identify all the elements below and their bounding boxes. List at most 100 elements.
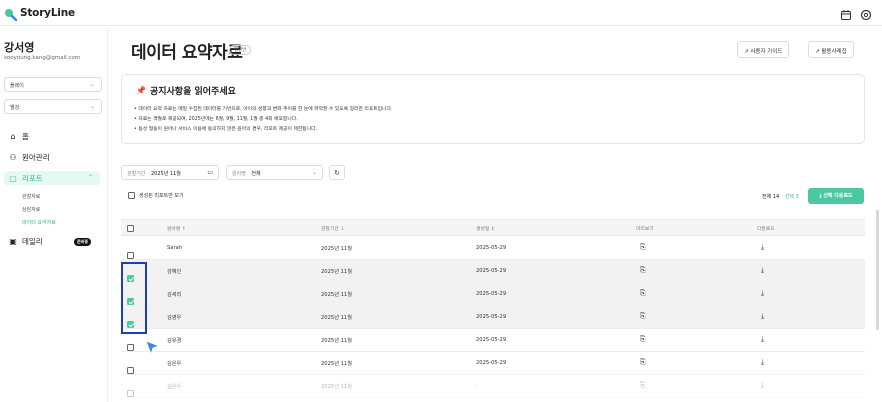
- table-row[interactable]: 김은우 2025년 11월 2025-05-29 ⎘ ⤓: [121, 352, 865, 375]
- header-download: 다운로드: [757, 227, 775, 232]
- download-icon[interactable]: ⤓: [761, 243, 764, 252]
- user-name: 강서영: [4, 41, 35, 54]
- preview-icon[interactable]: ⎘: [640, 358, 646, 367]
- download-icon[interactable]: ⤓: [761, 358, 764, 367]
- table-row[interactable]: 김영우 2025년 11월 2025-05-29 ⎘ ⤓: [121, 306, 865, 329]
- institution-select[interactable]: 플레이 ⌄: [4, 77, 102, 92]
- notice-line: • 동성 형동이 원아나 서비스 이용에 동의하지 않은 원아의 경우, 리포트…: [134, 127, 318, 132]
- cell-period: 2025년 11월: [321, 384, 352, 390]
- cell-created: 2025-05-29: [476, 291, 507, 297]
- app-logo[interactable]: StoryLine: [4, 6, 75, 22]
- refresh-icon: ↻: [334, 169, 340, 177]
- nav-label: 홈: [22, 132, 29, 141]
- preview-icon[interactable]: ⎘: [640, 381, 646, 390]
- notice-line: • 자료는 격월로 제공되며, 2025년에는 6월, 9월, 11월, 1월 …: [134, 117, 298, 122]
- period-value: 2025년 11월: [151, 171, 181, 177]
- child-label: 원아명: [232, 171, 246, 177]
- select-all-checkbox[interactable]: [127, 225, 134, 232]
- sub-item-observation[interactable]: 관찰자료: [22, 193, 40, 200]
- calendar-icon[interactable]: [840, 6, 852, 20]
- logo-icon: [4, 6, 18, 22]
- institution-select-value: 플레이: [10, 83, 24, 89]
- home-icon: ⌂: [10, 132, 16, 141]
- download-icon: ⤓: [819, 193, 822, 199]
- cell-period: 2025년 11월: [321, 361, 352, 367]
- cell-name: 김은우: [167, 384, 182, 390]
- nav-item-daily[interactable]: ▣ 데일리: [8, 236, 42, 247]
- own-only-checkbox[interactable]: [128, 192, 135, 199]
- table-row[interactable]: 김유경 2025년 11월 2025-05-29 ⎘ ⤓: [121, 329, 865, 352]
- cell-name: Sarah: [167, 245, 183, 251]
- row-checkbox[interactable]: [127, 390, 134, 397]
- class-select[interactable]: 별강 ⌄: [4, 99, 102, 114]
- cell-created: 2025-05-29: [476, 314, 507, 320]
- download-selected-button[interactable]: ⤓ 선택 다운로드: [808, 188, 864, 204]
- refresh-button[interactable]: ↻: [329, 165, 345, 180]
- notice-title: 📌 공지사항을 읽어주세요: [136, 84, 236, 97]
- header-period[interactable]: 관찰기간 ↓: [321, 225, 344, 232]
- user-guide-button[interactable]: ↗ 사용자 가이드: [737, 41, 790, 58]
- cell-created: 2025-05-29: [476, 245, 507, 251]
- scrollbar[interactable]: [876, 210, 879, 330]
- nav-label: 리포트: [22, 174, 43, 183]
- sub-item-data-summary[interactable]: 데이터 요약자료: [22, 219, 56, 226]
- cell-created: 2025-05-29: [476, 360, 507, 366]
- examples-button[interactable]: ↗ 활용사례집: [808, 41, 854, 58]
- child-filter[interactable]: 원아명 전체 ⌄: [226, 165, 323, 180]
- nav-item-home[interactable]: ⌂ 홈: [8, 131, 29, 142]
- user-guide-label: 사용자 가이드: [750, 49, 783, 55]
- cell-period: 2025년 11월: [321, 315, 352, 321]
- header-preview: 미리보기: [636, 227, 654, 232]
- page-title: 데이터 요약자료: [131, 43, 243, 63]
- row-checkbox[interactable]: [127, 344, 134, 351]
- table-row[interactable]: 김은우 2025년 11월 - ⎘ ⤓: [121, 375, 865, 398]
- document-icon: ▢: [9, 174, 17, 183]
- table-row[interactable]: 김세리 2025년 11월 2025-05-29 ⎘ ⤓: [121, 283, 865, 306]
- cell-name: 김영우: [167, 315, 182, 321]
- own-only-toggle[interactable]: 생성된 리포트만 보기: [128, 192, 184, 199]
- nav-label: 원아관리: [22, 153, 50, 162]
- table-row[interactable]: Sarah 2025년 11월 2025-05-29 ⎘ ⤓: [121, 237, 865, 260]
- settings-icon[interactable]: [860, 6, 872, 21]
- download-selected-label: 선택 다운로드: [823, 193, 853, 199]
- download-icon[interactable]: ⤓: [761, 381, 764, 390]
- cell-name: 김유경: [167, 338, 182, 344]
- preview-icon[interactable]: ⎘: [640, 289, 646, 298]
- preview-icon[interactable]: ⎘: [640, 335, 646, 344]
- calendar-icon: ▣: [9, 237, 17, 246]
- preview-icon[interactable]: ⎘: [640, 312, 646, 321]
- download-icon[interactable]: ⤓: [761, 312, 764, 321]
- download-icon[interactable]: ⤓: [761, 266, 764, 275]
- class-badge: 별강반: [229, 45, 252, 55]
- external-link-icon: ↗: [744, 49, 749, 55]
- selected-count: 선택 3: [784, 194, 799, 200]
- cell-period: 2025년 11월: [321, 269, 352, 275]
- child-value: 전체: [251, 171, 261, 177]
- header-name[interactable]: 원아명 ↑: [167, 225, 186, 232]
- cell-name: 강혜인: [167, 269, 182, 275]
- period-filter[interactable]: 관찰기간 2025년 11월 ▭: [121, 165, 219, 180]
- user-email: sooyoung.kang@gmail.com: [4, 55, 81, 61]
- pin-icon: 📌: [136, 86, 146, 95]
- selection-highlight-box: [121, 262, 147, 334]
- preview-icon[interactable]: ⎘: [640, 243, 646, 252]
- table-row[interactable]: 강혜인 2025년 11월 2025-05-29 ⎘ ⤓: [121, 260, 865, 283]
- app-name: StoryLine: [20, 6, 75, 19]
- selection-counts: 전체 14 선택 3: [762, 193, 799, 200]
- download-icon[interactable]: ⤓: [761, 335, 764, 344]
- chevron-down-icon: ⌄: [89, 81, 95, 88]
- notice-line: • 데이터 요약 자료는 매일 수집된 데이터를 기반으로, 아이의 성향과 변…: [134, 107, 393, 112]
- header-created[interactable]: 생성일 ↕: [476, 225, 495, 232]
- row-checkbox[interactable]: [127, 367, 134, 374]
- preview-icon[interactable]: ⎘: [640, 266, 646, 275]
- row-checkbox[interactable]: [127, 252, 134, 259]
- download-icon[interactable]: ⤓: [761, 289, 764, 298]
- cell-period: 2025년 11월: [321, 338, 352, 344]
- nav-item-children[interactable]: ⚇ 원아관리: [8, 152, 50, 163]
- own-only-label: 생성된 리포트만 보기: [139, 193, 184, 199]
- calendar-icon: ▭: [207, 169, 213, 176]
- notice-title-text: 공지사항을 읽어주세요: [149, 87, 236, 97]
- sub-item-consultation[interactable]: 상담자료: [22, 206, 40, 213]
- sidebar: 강서영 sooyoung.kang@gmail.com 플레이 ⌄ 별강 ⌄ ⌂…: [0, 27, 108, 402]
- nav-item-report[interactable]: ▢ 리포트: [8, 173, 43, 184]
